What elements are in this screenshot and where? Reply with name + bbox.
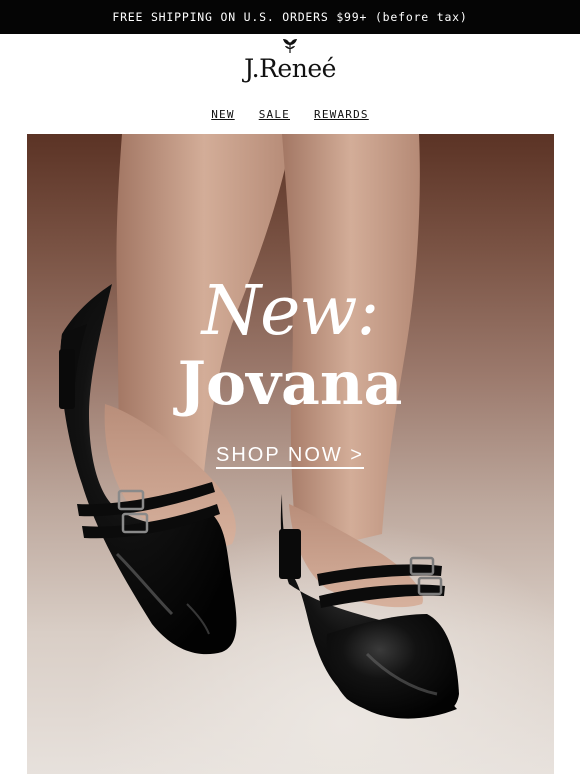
nav-link-rewards[interactable]: REWARDS bbox=[314, 108, 369, 124]
main-nav: NEW SALE REWARDS bbox=[0, 108, 580, 124]
promo-banner: FREE SHIPPING ON U.S. ORDERS $99+ (befor… bbox=[0, 0, 580, 34]
shop-now-link[interactable]: SHOP NOW > bbox=[0, 440, 580, 470]
leaf-flower-icon bbox=[283, 39, 297, 53]
nav-link-new[interactable]: NEW bbox=[211, 108, 234, 124]
brand-logo-text: J.Reneé bbox=[244, 54, 336, 83]
promo-banner-text: FREE SHIPPING ON U.S. ORDERS $99+ (befor… bbox=[112, 10, 468, 24]
brand-header[interactable]: J.Reneé bbox=[0, 36, 580, 88]
nav-link-sale[interactable]: SALE bbox=[259, 108, 290, 124]
shop-now-label[interactable]: SHOP NOW > bbox=[216, 444, 364, 469]
